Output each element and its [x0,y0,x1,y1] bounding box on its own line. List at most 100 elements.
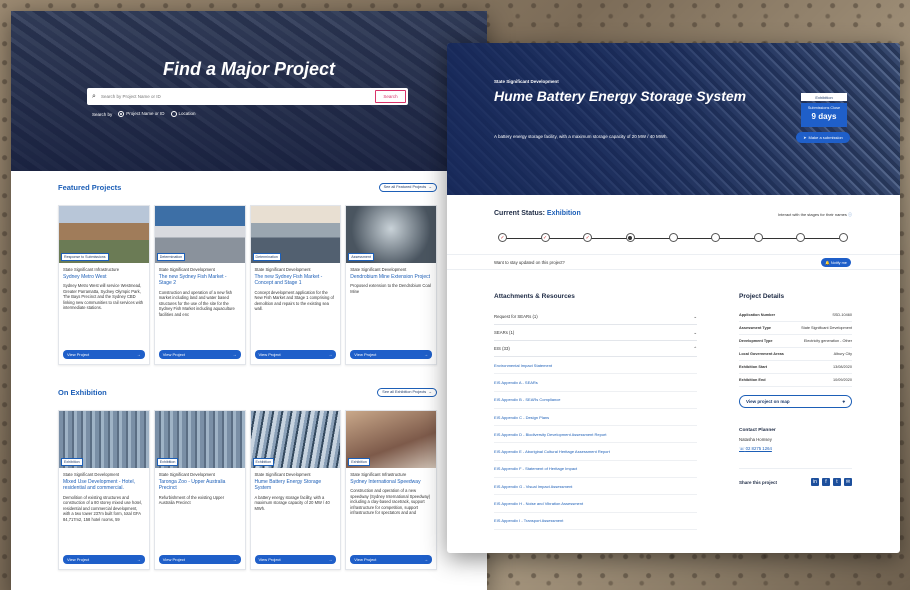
make-submission-label: Make a submission [808,135,843,140]
document-link[interactable]: EIS Appendix H - Noise and Vibration Ass… [494,495,697,513]
detail-row: Exhibition End 10/09/2020 [739,374,852,387]
view-on-map-button[interactable]: View project on map ⌖ [739,395,852,408]
timeline-stage[interactable]: ✓ [498,233,507,242]
project-card[interactable]: Assessment State Significant Development D… [345,205,437,365]
project-card-description: Construction and operation of a new fish… [158,289,235,317]
document-link[interactable]: EIS Appendix C - Design Plans [494,409,697,427]
search-button[interactable]: Search [375,90,406,103]
project-card-title[interactable]: Sydney Metro West [63,274,145,280]
project-card[interactable]: Determination State Significant Developme… [153,205,246,365]
email-icon[interactable]: ✉ [844,478,852,486]
project-detail-panel: State Significant Development Hume Batte… [447,43,900,553]
timeline-stage[interactable] [753,233,763,242]
detail-key: Development Type [739,339,773,343]
document-link[interactable]: EIS Appendix I - Transport Assessment [494,513,697,530]
search-by-options: Search by Project Name or ID Location [92,111,196,117]
share-title: Share this project [739,479,778,485]
document-link[interactable]: Environmental Impact Statement [494,357,697,375]
project-type: State Significant Development [350,267,407,272]
share-project: Share this project in f t ✉ [739,468,852,486]
stay-updated-text: Want to stay updated on this project? [494,260,565,265]
project-card-description: Sydney Metro West will service Westmead,… [63,283,144,311]
arrow-right-icon: → [136,557,141,562]
project-hero: State Significant Development Hume Batte… [447,43,900,195]
arrow-right-icon: → [424,557,428,562]
timeline-stage[interactable] [711,233,721,242]
project-card-title[interactable]: Mixed Use Development - Hotel, residenti… [63,479,145,492]
document-link[interactable]: EIS Appendix E - Aboriginal Cultural Her… [494,443,697,461]
project-card[interactable]: Determination State Significant Developme… [249,205,342,365]
submissions-close-box: Submissions Close 9 days [801,103,847,127]
detail-key: Local Government Areas [739,352,784,356]
status-timeline: ✓ ✓ ✓ [498,233,848,243]
view-project-button[interactable]: View Project → [350,555,432,564]
detail-value: State Significant Development [801,326,852,330]
timeline-stage[interactable] [796,233,806,242]
current-status: Current Status: Exhibition Interact with… [494,210,852,217]
accordion-row[interactable]: EIS (33) ⌃ [494,341,697,357]
timeline-stage[interactable] [668,233,678,242]
project-card-description: Concept development application for the … [254,289,334,312]
arrow-right-icon: → [328,352,333,357]
make-submission-button[interactable]: ➤ Make a submission [796,132,850,143]
project-card-title[interactable]: The new Sydney Fish Market - Concept and… [255,274,337,287]
accordion-row[interactable]: SEARs (1) ⌄ [494,325,697,341]
project-card[interactable]: Exhibition State Significant Development H… [249,410,342,570]
project-card-title[interactable]: Sydney International Speedway [350,479,432,485]
project-card-title[interactable]: The new Sydney Fish Market - Stage 2 [159,274,241,287]
project-card-title[interactable]: Taronga Zoo - Upper Australia Precinct [159,479,241,492]
timeline-stage[interactable] [839,233,848,242]
search-input[interactable]: Search by Project Name or ID [101,94,375,99]
arrow-right-icon: → [424,352,428,357]
view-project-button[interactable]: View Project → [254,555,337,564]
facebook-icon[interactable]: f [822,478,830,486]
document-link[interactable]: EIS Appendix G - Visual Impact Assessmen… [494,478,697,496]
stage-badge: Determination [156,253,186,261]
timeline-stage[interactable] [625,233,635,242]
info-icon: ⓘ [848,212,852,217]
document-link[interactable]: EIS Appendix B - SEARs Compliance [494,392,697,409]
see-all-featured-button[interactable]: See all Featured Projects → [378,182,437,192]
view-project-button[interactable]: View Project → [63,555,145,564]
attachments-section: Attachments & Resources Request for SEAR… [494,293,697,530]
search-page-panel: Find a Major Project ⌕ Search by Project… [11,11,487,590]
view-on-map-label: View project on map [746,399,790,404]
project-card-title[interactable]: Dendrobium Mine Extension Project [350,274,432,280]
see-all-exhibition-button[interactable]: See all Exhibition Projects → [377,387,437,397]
document-link[interactable]: EIS Appendix D - Biodiversity Developmen… [494,426,697,444]
project-card-title[interactable]: Hume Battery Energy Storage System [255,479,337,492]
detail-value: 13/08/2020 [832,365,852,369]
notify-me-button[interactable]: 🔔 Notify me [821,258,851,267]
project-card[interactable]: Exhibition State Significant Development M… [58,410,150,570]
project-card[interactable]: Exhibition State Significant Development T… [153,410,246,570]
detail-key: Exhibition End [739,378,766,382]
view-project-button[interactable]: View Project → [254,350,337,359]
view-project-button[interactable]: View Project → [350,350,432,359]
planner-phone: 02 8275 1264 [745,446,772,451]
view-project-label: View Project [67,352,90,357]
project-card[interactable]: Response to Submissions State Significant… [58,205,150,365]
accordion-row[interactable]: Request for SEARs (1) ⌄ [494,309,697,325]
twitter-icon[interactable]: t [833,478,841,486]
project-description: A battery energy storage facility, with … [494,134,668,139]
linkedin-icon[interactable]: in [811,478,819,486]
document-link[interactable]: EIS Appendix F - Statement of Heritage I… [494,461,697,479]
view-project-button[interactable]: View Project → [158,350,241,359]
planner-phone-link[interactable]: ☏ 02 8275 1264 [739,446,852,452]
detail-row: Local Government Areas Albury City [739,348,852,361]
timeline-stage[interactable]: ✓ [540,233,550,242]
status-label: Current Status: [494,210,545,217]
detail-value: 10/09/2020 [832,378,852,382]
project-card[interactable]: Exhibition State Significant Infrastructu… [345,410,437,570]
project-card-description: Refurbishment of the existing Upper Aust… [158,494,225,506]
view-project-label: View Project [162,557,185,562]
view-project-button[interactable]: View Project → [63,350,145,359]
document-link[interactable]: EIS Appendix A - SEARs [494,374,697,392]
timeline-stage[interactable]: ✓ [583,233,593,242]
stage-badge: Determination [252,253,281,261]
view-project-button[interactable]: View Project → [158,555,241,564]
radio-project-name[interactable]: Project Name or ID [118,111,165,117]
radio-location[interactable]: Location [170,111,196,117]
project-card-description: Demolition of existing structures and co… [63,494,142,522]
contact-planner-title: Contact Planner [739,428,776,433]
